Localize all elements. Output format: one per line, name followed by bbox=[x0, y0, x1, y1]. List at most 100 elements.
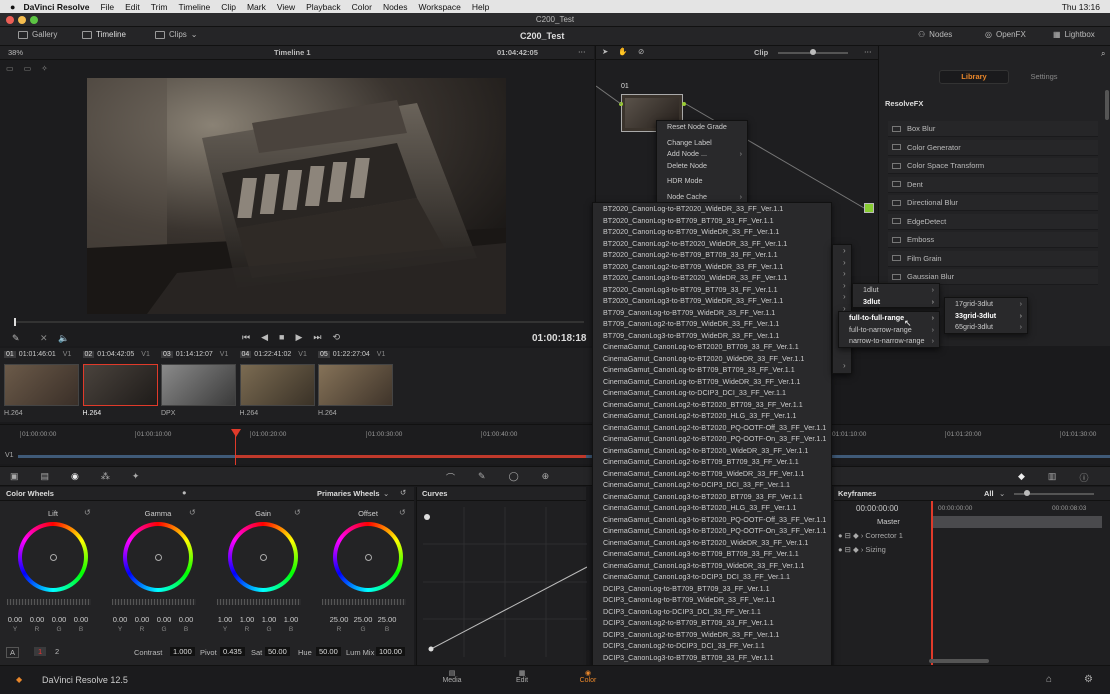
camera-raw-icon[interactable]: ▣ bbox=[10, 471, 19, 482]
lut_sub3-item[interactable]: 17grid-3dlut bbox=[945, 298, 1027, 310]
motion-effects-icon[interactable]: ✦ bbox=[132, 471, 140, 482]
timeline-name[interactable]: Timeline 1 bbox=[274, 48, 311, 57]
wheel-value[interactable]: 1.00 bbox=[238, 615, 256, 624]
wheel-center-handle[interactable] bbox=[365, 554, 372, 561]
wheel-value[interactable]: 0.00 bbox=[177, 615, 195, 624]
menu-edit[interactable]: Edit bbox=[125, 2, 140, 12]
search-icon[interactable]: ⌕ bbox=[1101, 49, 1105, 59]
lut-menu-item[interactable]: BT2020_CanonLog3-to-BT709_WideDR_33_FF_V… bbox=[593, 295, 831, 307]
wheel-center-handle[interactable] bbox=[50, 554, 57, 561]
contrast-field[interactable]: 1.000 bbox=[170, 647, 195, 656]
edit-page-button[interactable]: ▦ Edit bbox=[510, 669, 534, 684]
lightbox-button[interactable]: ▦ Lightbox bbox=[1053, 30, 1095, 39]
wheel-master-slider[interactable] bbox=[322, 599, 406, 605]
auto-balance-button[interactable]: A bbox=[6, 647, 20, 658]
lut_sub1-item[interactable]: 1dlut bbox=[853, 284, 939, 296]
wheel-value[interactable]: 0.00 bbox=[155, 615, 173, 624]
node-menu-item[interactable]: Add Node ... bbox=[657, 148, 747, 160]
color-match-icon[interactable]: ▤ bbox=[41, 471, 50, 482]
wipe-icon[interactable]: ✧ bbox=[41, 64, 48, 73]
more-icon[interactable]: ⋯ bbox=[578, 47, 586, 56]
node-menu-item[interactable]: HDR Mode bbox=[657, 175, 747, 187]
tracker-icon[interactable]: ⊕ bbox=[542, 471, 550, 484]
wheel-value[interactable]: 25.00 bbox=[353, 615, 373, 624]
wheel-value[interactable]: 0.00 bbox=[72, 615, 90, 624]
lut-menu-item[interactable]: DCIP3_CanonLog3-to-BT709_BT709_33_FF_Ver… bbox=[593, 652, 831, 664]
lut-menu-item[interactable]: BT2020_CanonLog-to-BT709_WideDR_33_FF_Ve… bbox=[593, 226, 831, 238]
home-icon[interactable]: ⌂ bbox=[1046, 674, 1052, 685]
reset-icon[interactable]: ↺ bbox=[294, 508, 301, 517]
go-to-start-icon[interactable]: ⏮ bbox=[242, 332, 250, 343]
crossfade-icon[interactable]: ✕ bbox=[40, 333, 48, 344]
timeline-button[interactable]: Timeline bbox=[82, 30, 126, 39]
hue-field[interactable]: 50.00 bbox=[316, 647, 341, 656]
lut-menu-item[interactable]: CinemaGamut_CanonLog-to-BT709_BT709_33_F… bbox=[593, 364, 831, 376]
wheel-master-slider[interactable] bbox=[112, 599, 196, 605]
lut-menu-item[interactable]: BT709_CanonLog2-to-BT709_WideDR_33_FF_Ve… bbox=[593, 318, 831, 330]
node-menu-item[interactable]: Delete Node bbox=[657, 160, 747, 172]
lut-menu-item[interactable]: CinemaGamut_CanonLog3-to-DCIP3_DCI_33_FF… bbox=[593, 571, 831, 583]
lut-menu-item[interactable]: CinemaGamut_CanonLog-to-DCIP3_DCI_33_FF_… bbox=[593, 387, 831, 399]
lut-menu-item[interactable]: CinemaGamut_CanonLog2-to-BT2020_BT709_33… bbox=[593, 399, 831, 411]
chevron-down-icon[interactable]: ⌄ bbox=[383, 489, 389, 498]
lut-menu-item[interactable]: DCIP3_CanonLog-to-BT709_BT709_33_FF_Ver.… bbox=[593, 583, 831, 595]
wheel-value[interactable]: 0.00 bbox=[50, 615, 68, 624]
keyframes-icon[interactable]: ◆ bbox=[1018, 471, 1025, 484]
lut_sub2-item[interactable]: full-to-narrow-range bbox=[839, 324, 939, 336]
clip-thumbnail[interactable] bbox=[4, 364, 79, 406]
reset-icon[interactable]: ↺ bbox=[400, 488, 406, 497]
color-wheels-icon[interactable]: ◉ bbox=[71, 471, 79, 482]
scopes-icon[interactable]: ▥ bbox=[1048, 471, 1057, 484]
lut-menu-item[interactable]: BT2020_CanonLog2-to-BT2020_WideDR_33_FF_… bbox=[593, 238, 831, 250]
lut-menu-item[interactable]: DCIP3_CanonLog-to-DCIP3_DCI_33_FF_Ver.1.… bbox=[593, 606, 831, 618]
rgb-mixer-icon[interactable]: ⁂ bbox=[101, 471, 110, 482]
menu-mark[interactable]: Mark bbox=[247, 2, 266, 12]
menu-playback[interactable]: Playback bbox=[306, 2, 341, 12]
zoom-level[interactable]: 38% bbox=[8, 48, 23, 57]
lut-menu-item[interactable]: BT2020_CanonLog2-to-BT709_WideDR_33_FF_V… bbox=[593, 261, 831, 273]
lut-menu-item[interactable]: CinemaGamut_CanonLog-to-BT709_WideDR_33_… bbox=[593, 376, 831, 388]
zoom-window-button[interactable] bbox=[30, 16, 38, 24]
brush-icon[interactable]: ✎ bbox=[12, 333, 20, 344]
fx-item[interactable]: Color Space Transform bbox=[888, 158, 1098, 174]
tab-settings[interactable]: Settings bbox=[1009, 70, 1079, 84]
fx-item[interactable]: Box Blur bbox=[888, 121, 1098, 137]
lut-menu-item[interactable]: DCIP3_CanonLog2-to-DCIP3_DCI_33_FF_Ver.1… bbox=[593, 640, 831, 652]
lut-menu-item[interactable]: CinemaGamut_CanonLog2-to-BT709_BT709_33_… bbox=[593, 456, 831, 468]
lut-menu-item[interactable]: BT2020_CanonLog2-to-BT709_BT709_33_FF_Ve… bbox=[593, 249, 831, 261]
settings-gear-icon[interactable]: ⚙ bbox=[1084, 674, 1093, 685]
menu-timeline[interactable]: Timeline bbox=[178, 2, 210, 12]
lut-menu-item[interactable]: BT2020_CanonLog3-to-BT2020_WideDR_33_FF_… bbox=[593, 272, 831, 284]
lut_sub3-item[interactable]: 33grid-3dlut bbox=[945, 310, 1027, 322]
wheel-value[interactable]: 0.00 bbox=[28, 615, 46, 624]
menu-workspace[interactable]: Workspace bbox=[419, 2, 461, 12]
clip-thumbnail[interactable] bbox=[318, 364, 393, 406]
lut-menu-item[interactable]: CinemaGamut_CanonLog2-to-BT2020_HLG_33_F… bbox=[593, 410, 831, 422]
keyframe-row-sizing[interactable]: ● ⊟ ◆ › Sizing bbox=[838, 545, 886, 554]
lut-menu-item[interactable]: CinemaGamut_CanonLog-to-BT2020_BT709_33_… bbox=[593, 341, 831, 353]
tab-library[interactable]: Library bbox=[939, 70, 1009, 84]
fx-item[interactable]: Film Grain bbox=[888, 250, 1098, 267]
keyframe-row-corrector[interactable]: ● ⊟ ◆ › Corrector 1 bbox=[838, 531, 903, 540]
color-wheel-gamma[interactable] bbox=[123, 522, 193, 592]
gallery-button[interactable]: Gallery bbox=[18, 30, 57, 39]
lut_sub1-item[interactable]: 3dlut bbox=[853, 296, 939, 308]
lut-menu-item[interactable]: CinemaGamut_CanonLog-to-BT2020_WideDR_33… bbox=[593, 353, 831, 365]
lut_sub2-item[interactable]: narrow-to-narrow-range bbox=[839, 335, 939, 347]
menu-clip[interactable]: Clip bbox=[221, 2, 236, 12]
grid-icon[interactable]: ▭ bbox=[6, 64, 14, 73]
lut-menu-item[interactable]: CinemaGamut_CanonLog2-to-BT709_WideDR_33… bbox=[593, 468, 831, 480]
wheel-center-handle[interactable] bbox=[260, 554, 267, 561]
scrubber-bar[interactable] bbox=[14, 321, 584, 323]
lut_sub3-item[interactable]: 65grid-3dlut bbox=[945, 321, 1027, 333]
fx-item[interactable]: Color Generator bbox=[888, 139, 1098, 156]
node-menu-item[interactable]: Node Cache bbox=[657, 191, 747, 203]
wheel-value[interactable]: 1.00 bbox=[260, 615, 278, 624]
clip-thumbnail[interactable] bbox=[82, 364, 158, 406]
lut-menu-item[interactable]: CinemaGamut_CanonLog3-to-BT709_BT709_33_… bbox=[593, 548, 831, 560]
lut-menu-item[interactable]: CinemaGamut_CanonLog3-to-BT2020_WideDR_3… bbox=[593, 537, 831, 549]
fx-item[interactable]: Directional Blur bbox=[888, 195, 1098, 211]
lut-menu-item[interactable]: CinemaGamut_CanonLog2-to-BT2020_WideDR_3… bbox=[593, 445, 831, 457]
color-page-button[interactable]: ◉ Color bbox=[576, 669, 600, 693]
node-menu-item[interactable]: Change Label bbox=[657, 137, 747, 149]
